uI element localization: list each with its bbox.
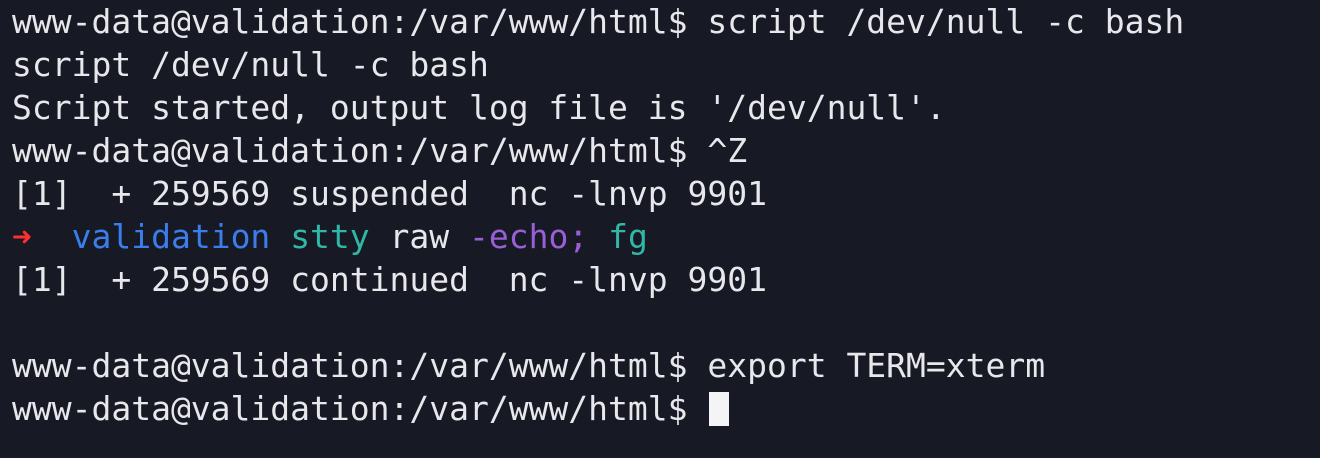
terminal-line: www-data@validation:/var/www/html$ expor… [12, 346, 1046, 385]
prompt-flag: -echo; [469, 217, 589, 256]
terminal-line: Script started, output log file is '/dev… [12, 88, 946, 127]
prompt-command: stty [290, 217, 370, 256]
terminal-window[interactable]: www-data@validation:/var/www/html$ scrip… [0, 0, 1320, 458]
prompt-arrow-icon: ➜ [12, 217, 32, 256]
prompt-argument: raw [389, 217, 450, 256]
prompt-directory: validation [71, 217, 271, 256]
text-cursor [709, 392, 730, 426]
prompt-command-fg: fg [608, 217, 648, 256]
terminal-line: www-data@validation:/var/www/html$ scrip… [12, 2, 1185, 41]
terminal-line: [1] + 259569 suspended nc -lnvp 9901 [12, 174, 767, 213]
terminal-line: script /dev/null -c bash [12, 45, 489, 84]
active-prompt-line[interactable]: www-data@validation:/var/www/html$ [12, 388, 730, 430]
local-shell-prompt-line: ➜ validation stty raw -echo; fg [12, 216, 648, 258]
active-prompt-text: www-data@validation:/var/www/html$ [12, 389, 708, 428]
terminal-line: www-data@validation:/var/www/html$ ^Z [12, 131, 748, 170]
terminal-line: [1] + 259569 continued nc -lnvp 9901 [12, 260, 767, 299]
